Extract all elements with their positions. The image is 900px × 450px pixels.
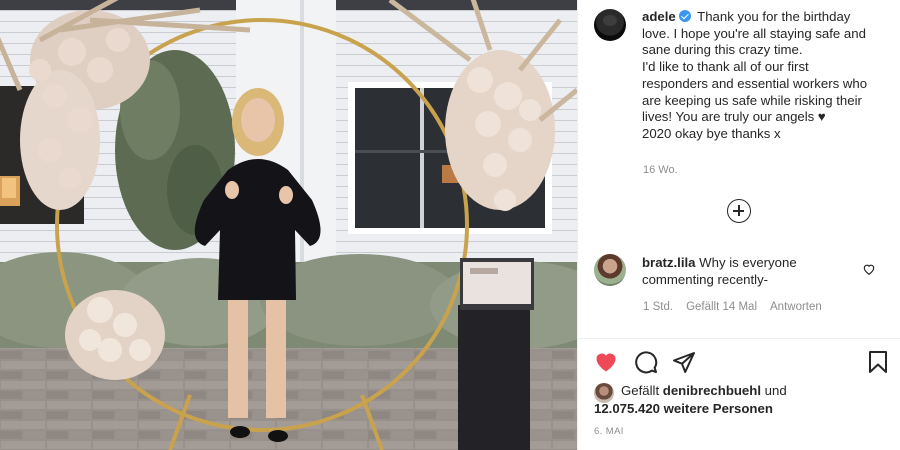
caption-line: responders and essential workers who (642, 75, 868, 91)
commenter-avatar[interactable] (594, 254, 626, 286)
likes-summary: Gefällt denibrechbuehl und 12.075.420 we… (594, 382, 787, 418)
load-more-comments-icon[interactable] (727, 199, 751, 223)
caption-line: sane during this crazy time. (642, 42, 803, 58)
comment-icon[interactable] (634, 350, 658, 374)
comment-like-count[interactable]: Gefällt 14 Mal (686, 301, 757, 313)
author-username[interactable]: adele (642, 9, 676, 24)
likes-connector: und (764, 383, 787, 398)
likes-count[interactable]: 12.075.420 weitere Personen (594, 400, 787, 418)
comment-like-heart-icon[interactable] (862, 262, 876, 276)
caption-line: I'd like to thank all of our first (642, 59, 809, 75)
bookmark-icon[interactable] (866, 350, 890, 374)
caption-text: adele Thank you for the birthday love. I… (642, 9, 867, 143)
caption-line: lives! You are truly our angels ♥ (642, 109, 826, 125)
comment-text: bratz.lila Why is everyone commenting re… (642, 254, 842, 288)
likes-prefix: Gefällt (621, 383, 660, 398)
post-actions (594, 350, 894, 376)
caption: adele Thank you for the birthday love. I… (594, 9, 894, 143)
caption-line: Thank you for the birthday (697, 9, 851, 24)
caption-line: love. I hope you're all staying safe and (642, 25, 866, 41)
liker-username[interactable]: denibrechbuehl (663, 383, 761, 398)
verified-badge-icon (678, 10, 691, 22)
likes-text: Gefällt denibrechbuehl und 12.075.420 we… (594, 382, 787, 418)
commenter-username[interactable]: bratz.lila (642, 255, 696, 270)
post-photo[interactable] (0, 0, 577, 450)
paper-plane-icon[interactable] (672, 350, 696, 374)
post-image (0, 0, 577, 450)
post-side-panel: adele Thank you for the birthday love. I… (577, 0, 900, 450)
post-date[interactable]: 6. MAI (594, 426, 624, 437)
heart-filled-icon[interactable] (594, 350, 618, 374)
comment-timestamp[interactable]: 1 Std. (643, 301, 673, 313)
caption-line: are keeping us safe while risking their (642, 92, 862, 108)
comment: bratz.lila Why is everyone commenting re… (594, 254, 894, 288)
comment-meta: 1 Std. Gefällt 14 Mal Antworten (643, 301, 822, 313)
author-avatar[interactable] (594, 9, 626, 41)
divider (578, 338, 900, 339)
caption-timestamp[interactable]: 16 Wo. (643, 164, 678, 176)
reply-button[interactable]: Antworten (770, 301, 822, 313)
caption-line: 2020 okay bye thanks x (642, 125, 781, 141)
